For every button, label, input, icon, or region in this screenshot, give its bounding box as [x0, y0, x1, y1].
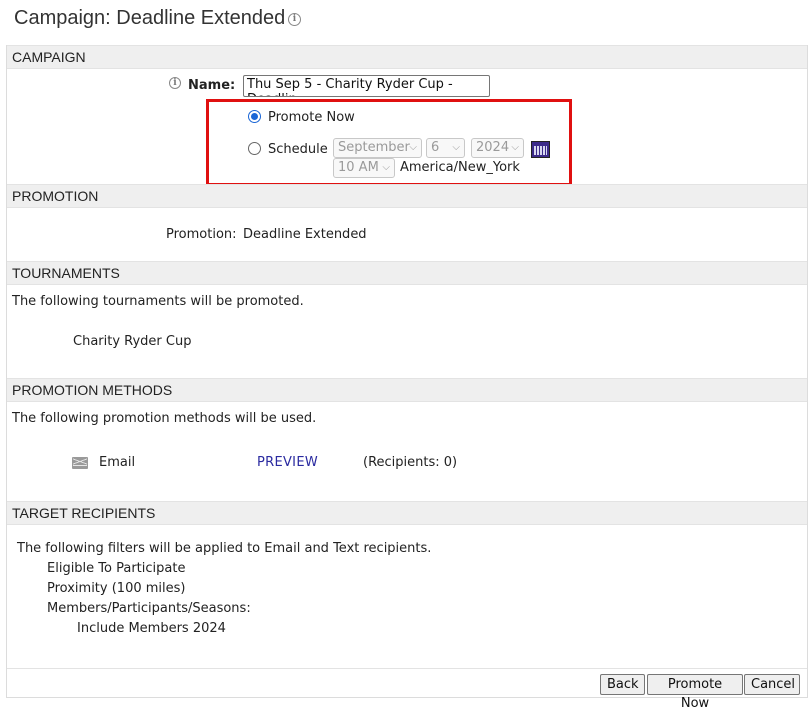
- promotion-label: Promotion:: [166, 227, 237, 242]
- year-value: 2024: [476, 140, 510, 155]
- name-info-icon[interactable]: i: [169, 77, 181, 89]
- month-select[interactable]: September ⌵: [333, 138, 422, 158]
- methods-intro: The following promotion methods will be …: [12, 411, 317, 426]
- section-header-tournaments: TOURNAMENTS: [7, 261, 807, 285]
- section-header-campaign: CAMPAIGN: [7, 45, 807, 69]
- promote-now-radio[interactable]: [248, 110, 261, 123]
- month-value: September: [338, 140, 410, 155]
- promotion-value: Deadline Extended: [243, 227, 367, 242]
- schedule-radio[interactable]: [248, 142, 261, 155]
- chevron-down-icon: ⌵: [382, 162, 390, 173]
- promote-now-button[interactable]: Promote Now: [647, 674, 743, 711]
- recipients-count: (Recipients: 0): [363, 455, 458, 470]
- tournaments-intro: The following tournaments will be promot…: [12, 294, 304, 309]
- day-select[interactable]: 6 ⌵: [426, 138, 465, 158]
- chevron-down-icon: ⌵: [452, 142, 460, 153]
- day-value: 6: [431, 140, 440, 155]
- tournament-item: Charity Ryder Cup: [73, 334, 192, 349]
- calendar-icon[interactable]: [531, 141, 550, 158]
- year-select[interactable]: 2024 ⌵: [471, 138, 524, 158]
- footer-divider: [7, 668, 807, 669]
- timezone-text: America/New_York: [400, 160, 520, 175]
- hour-value: 10 AM: [338, 160, 379, 175]
- filter-item: Proximity (100 miles): [47, 581, 186, 596]
- campaign-panel: CAMPAIGN i Name: Thu Sep 5 - Charity Ryd…: [6, 45, 808, 711]
- chevron-down-icon: ⌵: [409, 142, 417, 153]
- sub-filter-item: Include Members 2024: [77, 621, 226, 636]
- name-input[interactable]: Thu Sep 5 - Charity Ryder Cup - Deadlin: [243, 75, 490, 97]
- info-icon[interactable]: i: [288, 13, 301, 26]
- email-label: Email: [99, 455, 136, 470]
- section-header-target-recipients: TARGET RECIPIENTS: [7, 501, 807, 525]
- chevron-down-icon: ⌵: [511, 142, 519, 153]
- schedule-label[interactable]: Schedule: [268, 142, 328, 157]
- section-header-promotion-methods: PROMOTION METHODS: [7, 378, 807, 402]
- name-label: Name:: [188, 78, 236, 93]
- preview-link[interactable]: PREVIEW: [257, 455, 318, 470]
- promote-now-label[interactable]: Promote Now: [268, 110, 355, 125]
- page-title: Campaign: Deadline Extended: [14, 7, 286, 29]
- hour-select[interactable]: 10 AM ⌵: [333, 158, 395, 178]
- envelope-icon: [72, 457, 88, 469]
- section-header-promotion: PROMOTION: [7, 184, 807, 208]
- cancel-button[interactable]: Cancel: [744, 674, 800, 695]
- back-button[interactable]: Back: [600, 674, 645, 695]
- filter-item: Members/Participants/Seasons:: [47, 601, 251, 616]
- targets-intro: The following filters will be applied to…: [17, 541, 432, 556]
- filter-item: Eligible To Participate: [47, 561, 186, 576]
